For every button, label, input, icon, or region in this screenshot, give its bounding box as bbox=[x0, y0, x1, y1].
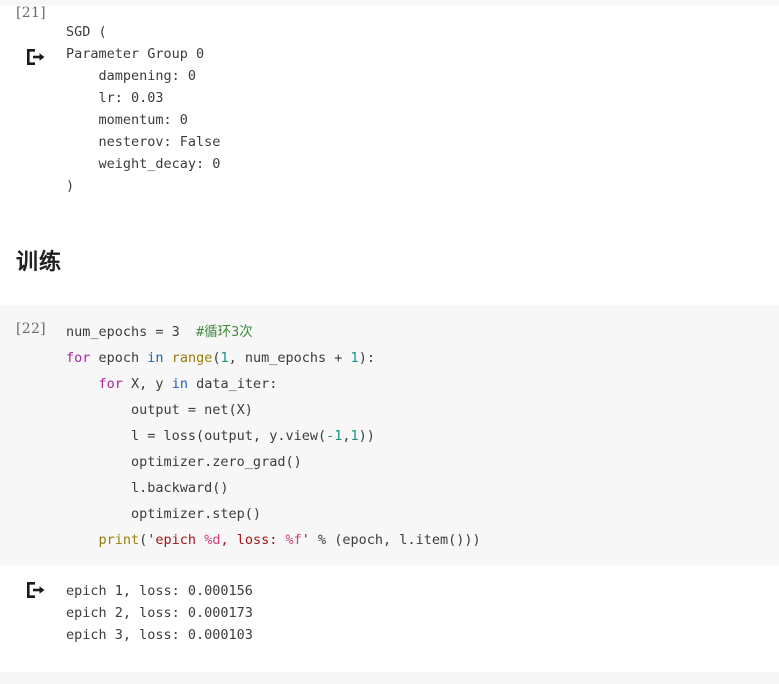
code-token: data_iter: bbox=[187, 376, 278, 392]
code-line: l.backward() bbox=[66, 475, 481, 501]
code-token: , bbox=[342, 428, 351, 444]
code-token: -1 bbox=[326, 428, 343, 444]
output-text-21: SGD ( Parameter Group 0 dampening: 0 lr:… bbox=[66, 21, 220, 197]
output-line: SGD ( bbox=[66, 24, 107, 40]
code-token: for bbox=[98, 376, 123, 392]
code-token: epoch bbox=[90, 350, 148, 366]
code-line: optimizer.step() bbox=[66, 501, 481, 527]
code-token: , num_epochs + bbox=[228, 350, 351, 366]
code-token: % (epoch, l.item())) bbox=[309, 532, 481, 548]
output-line: momentum: 0 bbox=[66, 112, 188, 128]
code-line: l = loss(output, y.view(-1,1)) bbox=[66, 423, 481, 449]
execution-count-21: [21] bbox=[16, 5, 46, 21]
code-line: for epoch in range(1, num_epochs + 1): bbox=[66, 345, 481, 371]
code-token: )) bbox=[358, 428, 375, 444]
output-line: weight_decay: 0 bbox=[66, 156, 221, 172]
code-token: num_epochs = 3 bbox=[66, 324, 197, 340]
execution-count-22: [22] bbox=[16, 321, 46, 337]
output-arrow-icon bbox=[24, 47, 46, 67]
output-line: epich 1, loss: 0.000156 bbox=[66, 583, 253, 599]
output-line: epich 2, loss: 0.000173 bbox=[66, 605, 253, 621]
code-token: print bbox=[98, 532, 140, 548]
output-cell-22: epich 1, loss: 0.000156 epich 2, loss: 0… bbox=[0, 570, 779, 672]
code-token: output = net(X) bbox=[66, 402, 253, 418]
output-line: epich 3, loss: 0.000103 bbox=[66, 627, 253, 643]
code-line: print('epich %d, loss: %f' % (epoch, l.i… bbox=[66, 527, 481, 553]
markdown-heading-training: 训练 bbox=[16, 250, 63, 275]
code-line: output = net(X) bbox=[66, 397, 481, 423]
output-line: ) bbox=[66, 178, 75, 194]
output-text-22: epich 1, loss: 0.000156 epich 2, loss: 0… bbox=[66, 580, 253, 646]
code-line: for X, y in data_iter: bbox=[66, 371, 481, 397]
code-token: l.backward() bbox=[66, 480, 229, 496]
next-code-cell-sliver bbox=[0, 672, 779, 684]
code-token: optimizer.zero_grad() bbox=[66, 454, 302, 470]
code-token: in bbox=[171, 376, 188, 392]
output-line: Parameter Group 0 bbox=[66, 46, 205, 62]
code-cell-22[interactable]: [22] num_epochs = 3 #循环3次 for epoch in ra… bbox=[0, 305, 779, 565]
output-cell-21: [21] SGD ( Parameter Group 0 dampening: … bbox=[0, 5, 779, 212]
code-token: optimizer.step() bbox=[66, 506, 262, 522]
code-token: 1 bbox=[350, 428, 359, 444]
code-editor-22[interactable]: num_epochs = 3 #循环3次 for epoch in range(1… bbox=[66, 319, 481, 553]
code-token: in bbox=[147, 350, 164, 366]
code-token: %f bbox=[285, 532, 302, 548]
code-line: num_epochs = 3 #循环3次 bbox=[66, 319, 481, 345]
output-line: dampening: 0 bbox=[66, 68, 197, 84]
code-token: 1 bbox=[350, 350, 359, 366]
code-token: 1 bbox=[220, 350, 229, 366]
notebook-page: [21] SGD ( Parameter Group 0 dampening: … bbox=[0, 0, 779, 684]
code-token: %d bbox=[204, 532, 221, 548]
code-token: ' bbox=[301, 532, 310, 548]
output-line: lr: 0.03 bbox=[66, 90, 164, 106]
code-token: ): bbox=[358, 350, 375, 366]
code-token: range bbox=[171, 350, 213, 366]
output-line: nesterov: False bbox=[66, 134, 221, 150]
output-arrow-icon bbox=[24, 580, 46, 600]
code-line: optimizer.zero_grad() bbox=[66, 449, 481, 475]
code-token: l = loss(output, y.view( bbox=[66, 428, 327, 444]
code-token: , loss: bbox=[220, 532, 286, 548]
code-token: #循环3次 bbox=[196, 324, 253, 340]
code-token: for bbox=[66, 350, 91, 366]
code-token: 'epich bbox=[147, 532, 205, 548]
code-token: X, y bbox=[122, 376, 172, 392]
